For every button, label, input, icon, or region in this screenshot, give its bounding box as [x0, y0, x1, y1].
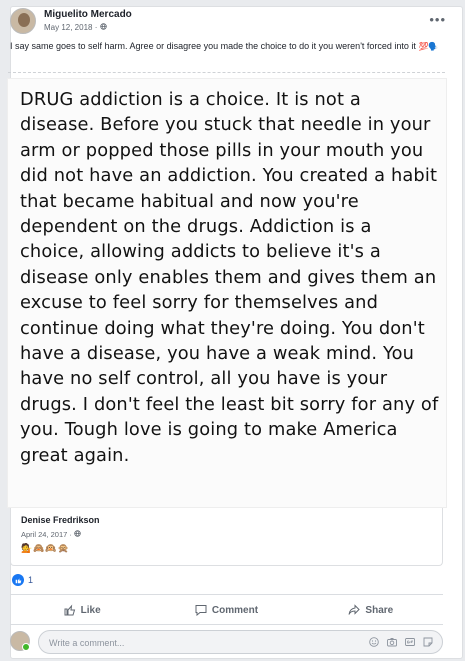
- comment-box[interactable]: [38, 630, 443, 654]
- post-body: I say same goes to self harm. Agree or d…: [10, 41, 419, 51]
- comment-composer: [10, 630, 443, 654]
- shared-image[interactable]: DRUG addiction is a choice. It is not a …: [7, 78, 447, 508]
- divider: [10, 624, 443, 625]
- gif-icon[interactable]: [404, 636, 416, 648]
- shared-post-author[interactable]: Denise Fredrikson: [21, 515, 100, 525]
- comment-tools: [368, 636, 434, 648]
- like-reaction-icon: [12, 574, 24, 586]
- share-label: Share: [365, 604, 394, 616]
- globe-icon: [99, 23, 107, 32]
- globe-icon: [74, 530, 81, 539]
- post-header: Miguelito Mercado May 12, 2018 · •••: [10, 8, 445, 42]
- post-meta: May 12, 2018 ·: [44, 23, 107, 32]
- comment-input[interactable]: [49, 635, 349, 650]
- share-button[interactable]: Share: [299, 598, 443, 622]
- emoji-icon[interactable]: [368, 636, 380, 648]
- reaction-count[interactable]: 1: [28, 575, 33, 585]
- shared-post-meta: April 24, 2017 ·: [21, 530, 81, 539]
- shared-image-text: DRUG addiction is a choice. It is not a …: [20, 89, 439, 466]
- divider: [10, 594, 443, 595]
- like-button[interactable]: Like: [10, 598, 154, 622]
- thumbs-up-icon: [64, 604, 75, 616]
- action-bar: Like Comment Share: [10, 598, 443, 622]
- shared-post-date[interactable]: April 24, 2017 ·: [21, 530, 74, 539]
- comment-icon: [195, 605, 207, 616]
- reaction-summary[interactable]: 1: [12, 574, 33, 586]
- comment-button[interactable]: Comment: [154, 598, 298, 622]
- camera-icon[interactable]: [386, 636, 398, 648]
- sticker-icon[interactable]: [422, 636, 434, 648]
- share-icon: [348, 604, 361, 615]
- like-label: Like: [80, 604, 101, 616]
- post-date[interactable]: May 12, 2018 ·: [44, 23, 100, 32]
- post-emojis: 💯🗣️: [418, 42, 439, 51]
- divider: [8, 72, 445, 73]
- comment-label: Comment: [211, 604, 259, 616]
- current-user-avatar[interactable]: [10, 631, 30, 651]
- author-avatar[interactable]: [10, 8, 36, 34]
- shared-post-emojis: 💁🙈🙉🙊: [21, 543, 70, 553]
- author-name[interactable]: Miguelito Mercado: [44, 9, 132, 20]
- more-icon[interactable]: •••: [429, 12, 446, 27]
- shared-post-card[interactable]: Denise Fredrikson April 24, 2017 · 💁🙈🙉🙊: [10, 508, 443, 566]
- post-text: I say same goes to self harm. Agree or d…: [10, 40, 442, 53]
